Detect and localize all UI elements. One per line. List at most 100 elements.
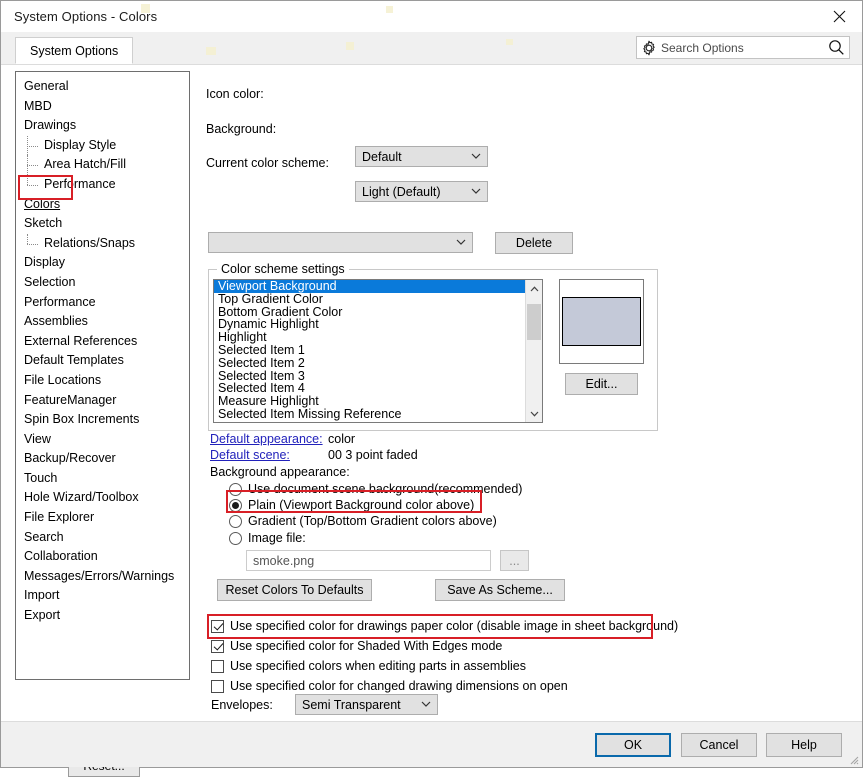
sidebar-item-label: Performance <box>24 294 96 309</box>
sidebar-item-area-hatch-fill[interactable]: Area Hatch/Fill <box>16 155 189 175</box>
sidebar-item-touch[interactable]: Touch <box>16 469 189 489</box>
system-options-dialog: System Options - Colors System Options S… <box>0 0 863 777</box>
search-placeholder: Search Options <box>661 40 744 55</box>
sidebar-item-general[interactable]: General <box>16 77 189 97</box>
current-scheme-row: Current color scheme: <box>206 156 329 170</box>
sidebar-item-external-references[interactable]: External References <box>16 332 189 352</box>
radio-icon <box>229 498 242 512</box>
envelopes-value: Semi Transparent <box>302 697 401 712</box>
sidebar-item-hole-wizard-toolbox[interactable]: Hole Wizard/Toolbox <box>16 488 189 508</box>
chevron-down-icon <box>467 153 485 160</box>
search-input[interactable]: Search Options <box>636 36 850 59</box>
list-item[interactable]: Top Gradient Color <box>214 292 525 306</box>
sidebar-item-drawings[interactable]: Drawings <box>16 116 189 136</box>
sidebar-item-label: Selection <box>24 274 76 289</box>
cancel-button[interactable]: Cancel <box>681 733 757 757</box>
list-item[interactable]: Viewport Background <box>214 280 525 293</box>
edit-color-button[interactable]: Edit... <box>565 373 638 395</box>
reset-colors-button[interactable]: Reset Colors To Defaults <box>217 579 372 601</box>
options-tree[interactable]: General MBD Drawings Display Style Area Hatc… <box>15 71 190 680</box>
scroll-up-icon[interactable] <box>526 280 542 297</box>
ok-button[interactable]: OK <box>595 733 671 757</box>
sidebar-item-spin-box-increments[interactable]: Spin Box Increments <box>16 410 189 430</box>
sidebar-item-file-explorer[interactable]: File Explorer <box>16 508 189 528</box>
scroll-down-icon[interactable] <box>526 405 542 422</box>
checkbox-label: Use specified color for drawings paper c… <box>230 619 679 633</box>
checkbox-icon <box>211 679 224 693</box>
checkbox-shaded-with-edges[interactable]: Use specified color for Shaded With Edge… <box>211 639 502 653</box>
sidebar-item-sketch[interactable]: Sketch <box>16 214 189 234</box>
radio-image-file[interactable]: Image file: <box>229 531 306 545</box>
sidebar-item-file-locations[interactable]: File Locations <box>16 371 189 391</box>
checkbox-label: Use specified color for changed drawing … <box>230 679 568 693</box>
save-as-scheme-button[interactable]: Save As Scheme... <box>435 579 565 601</box>
envelopes-select[interactable]: Semi Transparent <box>295 694 438 715</box>
background-appearance-label: Background appearance: <box>210 465 350 479</box>
radio-use-document-scene[interactable]: Use document scene background(recommende… <box>229 482 522 496</box>
checkbox-icon <box>211 659 224 673</box>
browse-image-button[interactable]: ... <box>500 550 529 571</box>
sidebar-item-messages-errors-warnings[interactable]: Messages/Errors/Warnings <box>16 567 189 587</box>
sidebar-item-display[interactable]: Display <box>16 253 189 273</box>
sidebar-item-search[interactable]: Search <box>16 528 189 548</box>
checkbox-editing-parts-in-assemblies[interactable]: Use specified colors when editing parts … <box>211 659 526 673</box>
radio-label: Image file: <box>248 531 306 545</box>
default-scene-link[interactable]: Default scene: <box>210 448 290 462</box>
checkbox-label: Use specified colors when editing parts … <box>230 659 526 673</box>
radio-label: Plain (Viewport Background color above) <box>248 498 475 512</box>
radio-plain[interactable]: Plain (Viewport Background color above) <box>229 498 474 512</box>
search-icon[interactable] <box>828 39 845 56</box>
listbox-scrollbar[interactable] <box>525 280 542 422</box>
sidebar-item-label: MBD <box>24 98 52 113</box>
list-item[interactable]: Selected Item 2 <box>214 356 525 370</box>
icon-color-row: Icon color: <box>206 87 356 101</box>
sidebar-item-colors[interactable]: Colors <box>16 195 189 215</box>
sidebar-item-label: Spin Box Increments <box>24 412 140 427</box>
scrollbar-thumb[interactable] <box>527 304 541 340</box>
sidebar-item-relations-snaps[interactable]: Relations/Snaps <box>16 233 189 254</box>
sidebar-item-label: Touch <box>24 470 58 485</box>
icon-color-select[interactable]: Default <box>355 146 488 167</box>
sidebar-item-selection[interactable]: Selection <box>16 273 189 293</box>
sidebar-item-display-style[interactable]: Display Style <box>16 135 189 156</box>
sidebar-item-mbd[interactable]: MBD <box>16 97 189 117</box>
tab-strip: System Options Search Options <box>1 4 862 65</box>
background-value: Light (Default) <box>362 184 441 199</box>
list-item[interactable]: Selected Item Missing Reference <box>214 408 525 421</box>
sidebar-item-label: Area Hatch/Fill <box>44 157 126 172</box>
tab-system-options[interactable]: System Options <box>15 37 134 64</box>
sidebar-item-export[interactable]: Export <box>16 606 189 626</box>
dialog-body: General MBD Drawings Display Style Area Hatc… <box>1 65 862 777</box>
radio-icon <box>229 531 242 545</box>
sidebar-item-assemblies[interactable]: Assemblies <box>16 312 189 332</box>
sidebar-item-label: Sketch <box>24 216 63 231</box>
sidebar-item-label: General <box>24 79 69 93</box>
sidebar-item-import[interactable]: Import <box>16 586 189 606</box>
sidebar-item-label: Export <box>24 608 61 623</box>
sidebar-item-label: Colors <box>24 196 61 211</box>
help-button[interactable]: Help <box>766 733 842 757</box>
list-item[interactable]: Selected Item 1 <box>214 344 525 357</box>
default-appearance-link[interactable]: Default appearance: <box>210 432 323 446</box>
background-select[interactable]: Light (Default) <box>355 181 488 202</box>
chevron-down-icon <box>467 188 485 195</box>
sidebar-item-collaboration[interactable]: Collaboration <box>16 547 189 567</box>
sidebar-item-featuremanager[interactable]: FeatureManager <box>16 391 189 411</box>
checkbox-changed-drawing-dimensions[interactable]: Use specified color for changed drawing … <box>211 679 568 693</box>
sidebar-item-view[interactable]: View <box>16 430 189 450</box>
color-scheme-listbox[interactable]: Viewport Background Top Gradient Color Bot… <box>213 279 543 423</box>
checkbox-drawings-paper-color[interactable]: Use specified color for drawings paper c… <box>211 619 678 633</box>
checkbox-icon <box>211 639 224 653</box>
sidebar-item-default-templates[interactable]: Default Templates <box>16 351 189 371</box>
sidebar-item-performance[interactable]: Performance <box>16 293 189 313</box>
close-icon[interactable] <box>817 1 862 31</box>
current-scheme-select[interactable] <box>208 232 473 253</box>
delete-scheme-button[interactable]: Delete <box>495 232 573 254</box>
sidebar-item-label: FeatureManager <box>24 392 117 407</box>
sidebar-item-performance[interactable]: Performance <box>16 174 189 195</box>
resize-grip-icon[interactable] <box>847 753 859 765</box>
image-file-input[interactable]: smoke.png <box>246 550 491 571</box>
sidebar-item-backup-recover[interactable]: Backup/Recover <box>16 449 189 469</box>
sidebar-item-label: Relations/Snaps <box>44 235 136 250</box>
radio-gradient[interactable]: Gradient (Top/Bottom Gradient colors abo… <box>229 514 497 528</box>
